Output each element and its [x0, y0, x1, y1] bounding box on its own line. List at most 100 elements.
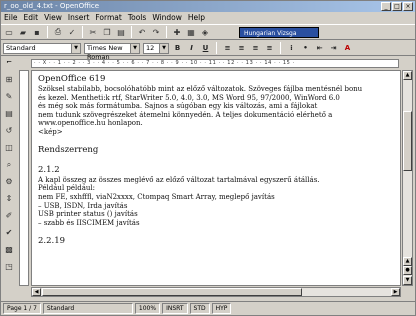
doc-line: A kapl összeg az összes meglévő az előző… [38, 175, 320, 184]
font-name-select[interactable]: Times New Roman ▼ [84, 42, 140, 61]
insert-icon[interactable]: ⊞ [4, 74, 15, 85]
vertical-scrollbar[interactable]: ▲ ▲ ● ▼ [402, 70, 413, 286]
data-sources-icon[interactable]: ⚙ [4, 176, 15, 187]
numbering-icon[interactable]: ⁝ [286, 43, 297, 54]
title-bar[interactable]: r_oo_old_4.txt - OpenOffice _ □ × [1, 1, 415, 12]
align-right-icon[interactable]: ≡ [250, 43, 261, 54]
navigator-icon[interactable]: ◈ [199, 26, 211, 38]
justify-icon[interactable]: ≡ [264, 43, 275, 54]
fields-icon[interactable]: ✎ [4, 91, 15, 102]
vertical-ruler [19, 70, 29, 286]
formatting-toolbar: Standard ▼ Times New Roman ▼ 12 ▼ B I U … [1, 41, 415, 61]
draw-functions-icon[interactable]: ◫ [4, 142, 15, 153]
menu-insert[interactable]: Insert [68, 12, 90, 24]
doc-line: Rendszerreng [38, 145, 99, 156]
find-replace-icon[interactable]: ⌕ [4, 159, 15, 170]
underline-icon[interactable]: U [200, 43, 211, 54]
cut-icon[interactable]: ✂ [87, 26, 99, 38]
doc-line: <kép> [38, 127, 63, 136]
chevron-down-icon[interactable]: ▼ [71, 43, 80, 53]
doc-line: 2.1.2 [38, 164, 60, 175]
bold-icon[interactable]: B [172, 43, 183, 54]
undo-icon[interactable]: ↶ [136, 26, 148, 38]
table-icon[interactable]: ▦ [185, 26, 197, 38]
online-layout-icon[interactable]: ◳ [4, 261, 15, 272]
autospellcheck-icon[interactable]: ✔ [4, 227, 15, 238]
scroll-left-icon[interactable]: ◀ [32, 288, 41, 296]
gallery-icon[interactable]: ▩ [4, 244, 15, 255]
menu-window[interactable]: Window [152, 12, 182, 24]
toolbar-separator [131, 26, 132, 38]
main-toolbar: ⊞ ✎ ▤ ↺ ◫ ⌕ ⚙ ⇕ ✐ ✔ ▩ ◳ [1, 70, 17, 290]
insert-mode-indicator[interactable]: INSRT [162, 303, 188, 314]
text-direction-icon[interactable]: ⇕ [4, 193, 15, 204]
open-folder-icon[interactable]: ▰ [17, 26, 29, 38]
navigation-icon[interactable]: ● [403, 266, 412, 275]
window-title: r_oo_old_4.txt - OpenOffice [4, 2, 100, 10]
menu-file[interactable]: Eile [4, 12, 18, 24]
redo-icon[interactable]: ↷ [150, 26, 162, 38]
scroll-thumb[interactable] [403, 111, 412, 171]
save-icon[interactable]: ▪ [31, 26, 43, 38]
horizontal-scrollbar[interactable]: ◀ ▶ [31, 287, 401, 297]
doc-line: 2.2.19 [38, 235, 66, 246]
doc-line: www.openoffice.hu honlapon. [38, 119, 143, 128]
doc-line: OpenOffice 619 [38, 74, 106, 84]
paragraph-style-value: Standard [6, 43, 36, 52]
chevron-down-icon[interactable]: ▼ [159, 43, 168, 53]
spellcheck-icon[interactable]: ✓ [66, 26, 78, 38]
doc-line: USB printer status () javítás [38, 210, 138, 219]
menu-tools[interactable]: Tools [128, 12, 146, 24]
menu-help[interactable]: Help [188, 12, 205, 24]
decrease-indent-icon[interactable]: ⇤ [314, 43, 325, 54]
italic-icon[interactable]: I [186, 43, 197, 54]
openoffice-window: r_oo_old_4.txt - OpenOffice _ □ × Eile E… [0, 0, 416, 316]
minimize-button[interactable]: _ [381, 2, 391, 11]
chevron-down-icon[interactable]: ▼ [130, 43, 139, 53]
edit-autotext-icon[interactable]: ↺ [4, 125, 15, 136]
menu-edit[interactable]: Edit [24, 12, 39, 24]
previous-page-icon[interactable]: ▲ [403, 257, 412, 266]
next-page-icon[interactable]: ▼ [403, 276, 412, 285]
status-bar: Page 1 / 7 Standard 100% INSRT STD HYP [1, 301, 415, 315]
menu-view[interactable]: View [44, 12, 62, 24]
document-page[interactable]: OpenOffice 619 Szöksel stabilabb, bocsol… [31, 70, 401, 286]
hscroll-thumb[interactable] [42, 288, 302, 296]
menu-format[interactable]: Format [95, 12, 121, 24]
copy-icon[interactable]: ❐ [101, 26, 113, 38]
horizontal-ruler[interactable]: · · X · · 1 · · 2 · · 3 · · 4 · · 5 · · … [31, 59, 399, 68]
paste-icon[interactable]: ▤ [115, 26, 127, 38]
font-size-value: 12 [146, 43, 155, 52]
bullets-icon[interactable]: • [300, 43, 311, 54]
font-color-icon[interactable]: A [342, 43, 353, 54]
hyperlink-icon[interactable]: ✚ [171, 26, 183, 38]
hyperlink-mode-indicator[interactable]: HYP [211, 303, 232, 314]
zoom-indicator[interactable]: 100% [134, 303, 161, 314]
maximize-button[interactable]: □ [392, 2, 402, 11]
doc-line: Például például: [38, 184, 96, 193]
align-center-icon[interactable]: ≡ [236, 43, 247, 54]
document-text[interactable]: OpenOffice 619 Szöksel stabilabb, bocsol… [38, 74, 398, 247]
scroll-right-icon[interactable]: ▶ [391, 288, 400, 296]
page-style-indicator[interactable]: Standard [42, 303, 133, 314]
show-draw-icon[interactable]: ✐ [4, 210, 15, 221]
doc-line: Szöksel stabilabb, bocsolóhatóbb mint az… [38, 85, 363, 93]
close-button[interactable]: × [403, 2, 413, 11]
print-icon[interactable]: ⎙ [52, 26, 64, 38]
align-left-icon[interactable]: ≡ [222, 43, 233, 54]
doc-line: és kezel. Mentheti:k rtf, StarWriter 5.0… [38, 93, 340, 102]
paragraph-style-select[interactable]: Standard ▼ [3, 42, 81, 54]
new-document-icon[interactable]: ▭ [3, 26, 15, 38]
selection-mode-indicator[interactable]: STD [189, 303, 210, 314]
doc-line: – USB, ISDN, Irda javítás [38, 201, 128, 210]
tab-stop-icon[interactable]: ⌐ [3, 58, 15, 68]
menu-bar: Eile Edit View Insert Format Tools Windo… [1, 12, 415, 24]
url-field[interactable]: Hungarian Vizsga [239, 27, 319, 38]
scroll-up-icon[interactable]: ▲ [403, 71, 412, 80]
form-icon[interactable]: ▤ [4, 108, 15, 119]
font-size-select[interactable]: 12 ▼ [143, 42, 169, 54]
standard-toolbar: ▭ ▰ ▪ ⎙ ✓ ✂ ❐ ▤ ↶ ↷ ✚ ▦ ◈ Hungarian Vizs… [1, 24, 415, 40]
increase-indent-icon[interactable]: ⇥ [328, 43, 339, 54]
toolbar-separator [82, 26, 83, 38]
page-indicator[interactable]: Page 1 / 7 [3, 303, 41, 314]
